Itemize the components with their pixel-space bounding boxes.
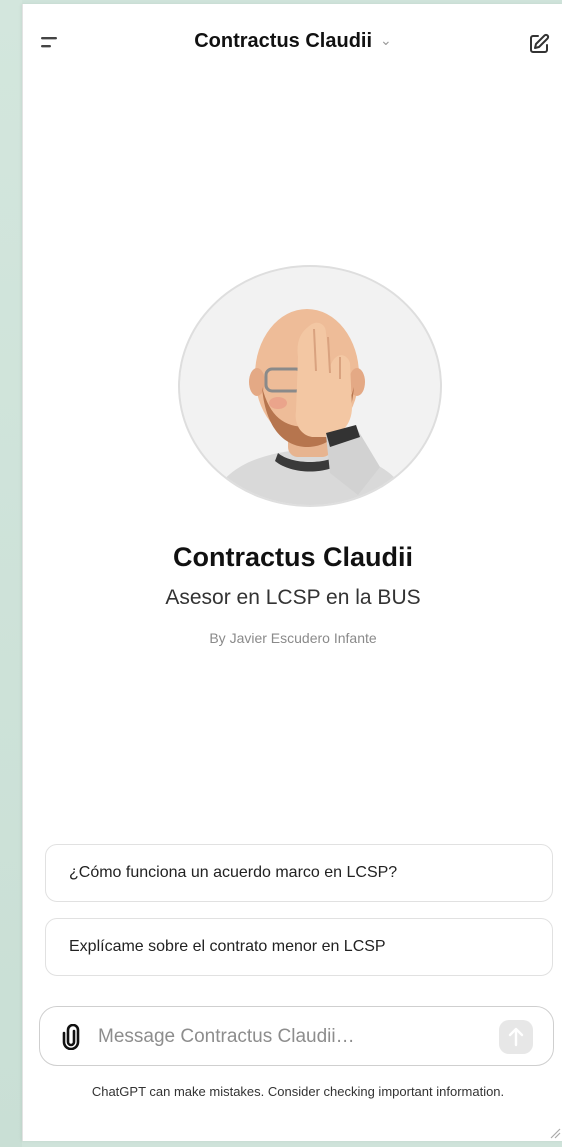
arrow-up-icon	[508, 1027, 524, 1047]
gpt-author: By Javier Escudero Infante	[209, 630, 377, 646]
message-composer	[39, 1006, 554, 1066]
suggestion-acuerdo-marco[interactable]: ¿Cómo funciona un acuerdo marco en LCSP?	[45, 844, 553, 902]
suggestion-contrato-menor[interactable]: Explícame sobre el contrato menor en LCS…	[45, 918, 553, 976]
gpt-name: Contractus Claudii	[172, 542, 414, 572]
chat-panel: Contractus Claudii ⌄ Contractus Claudii …	[22, 4, 562, 1141]
header: Contractus Claudii ⌄	[23, 4, 562, 86]
resize-handle-icon[interactable]	[549, 1126, 561, 1139]
disclaimer-text: ChatGPT can make mistakes. Consider chec…	[91, 1084, 505, 1099]
chevron-down-icon: ⌄	[380, 32, 392, 48]
gpt-description: Asesor en LCSP en la BUS	[165, 586, 421, 609]
gpt-avatar	[178, 265, 442, 507]
send-button[interactable]	[499, 1020, 533, 1054]
gpt-title-dropdown[interactable]: Contractus Claudii ⌄	[23, 30, 562, 53]
desktop-background	[0, 0, 22, 1147]
header-title: Contractus Claudii	[194, 30, 373, 52]
paperclip-icon[interactable]	[60, 1023, 82, 1051]
message-input[interactable]	[96, 1021, 490, 1053]
new-chat-edit-icon[interactable]	[527, 32, 551, 56]
